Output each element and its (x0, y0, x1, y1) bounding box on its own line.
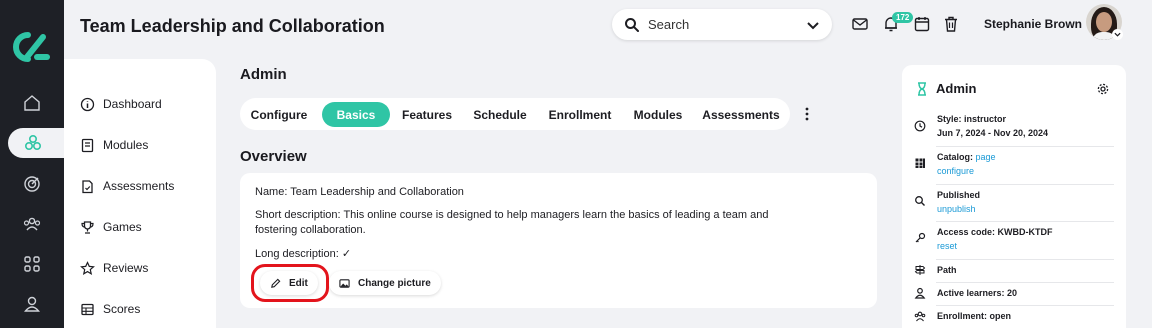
rail-users-icon[interactable] (20, 212, 44, 236)
rail-profile-icon[interactable] (20, 292, 44, 316)
table-icon (81, 303, 94, 315)
admin-panel-title: Admin (936, 81, 977, 96)
published-label: Published (937, 190, 981, 200)
sidebar-item-label: Assessments (103, 179, 175, 193)
course-name: Name: Team Leadership and Collaboration (255, 186, 464, 198)
sidebar-item-dashboard[interactable]: Dashboard (80, 93, 162, 115)
left-rail (0, 0, 68, 328)
notification-badge: 172 (892, 12, 914, 23)
clock-icon (914, 120, 926, 132)
style-row: Style: instructor Jun 7, 2024 - Nov 20, … (914, 112, 1116, 142)
active-learners-row: Active learners: 20 (914, 286, 1116, 301)
sidebar-item-label: Scores (103, 302, 141, 316)
change-picture-label: Change picture (358, 277, 431, 289)
short-description-line-2: fostering collaboration. (255, 224, 366, 236)
enrollment-row: Enrollment: open (914, 309, 1116, 324)
reset-link[interactable]: reset (937, 239, 1116, 253)
trash-icon[interactable] (942, 15, 960, 33)
sidebar-item-label: Modules (103, 138, 149, 152)
tab-configure[interactable]: Configure (242, 102, 316, 127)
sidebar-item-scores[interactable]: Scores (80, 298, 140, 320)
rail-courses-icon[interactable] (8, 128, 68, 158)
sidebar-item-label: Dashboard (103, 97, 162, 111)
star-icon (80, 260, 95, 275)
clipboard-icon (82, 179, 93, 193)
catalog-configure-link[interactable]: configure (937, 164, 1116, 178)
enrollment-label: Enrollment: open (937, 311, 1011, 321)
access-code-label: Access code: KWBD-KTDF (937, 227, 1053, 237)
more-options-icon[interactable] (800, 106, 814, 122)
catalog-row: Catalog: page configure (914, 150, 1116, 180)
overview-card: Name: Team Leadership and Collaboration … (240, 173, 877, 308)
catalog-label: Catalog: (937, 152, 973, 162)
info-icon (80, 97, 95, 111)
tab-basics[interactable]: Basics (322, 102, 390, 127)
user-name[interactable]: Stephanie Brown (984, 17, 1082, 31)
style-label: Style: instructor (937, 114, 1007, 124)
published-row: Published unpublish (914, 188, 1116, 218)
avatar-chevron-down-icon[interactable] (1112, 29, 1123, 40)
tab-assessments[interactable]: Assessments (698, 102, 784, 127)
search-icon (625, 17, 639, 32)
rail-target-icon[interactable] (20, 172, 44, 196)
book-icon (81, 138, 94, 152)
path-label: Path (937, 265, 957, 275)
signpost-icon (914, 265, 926, 275)
gear-icon[interactable] (1097, 83, 1109, 95)
user-icon (914, 287, 926, 299)
search-bar[interactable]: Search (612, 9, 832, 40)
hourglass-icon (918, 82, 926, 96)
image-icon (339, 278, 350, 288)
course-sidebar: Dashboard Modules Assessments Games Revi… (64, 59, 216, 328)
path-row: Path (914, 263, 1116, 278)
overview-heading: Overview (240, 148, 307, 165)
short-description-line-1: Short description: This online course is… (255, 209, 769, 221)
sidebar-item-label: Reviews (103, 261, 149, 275)
active-learners-label: Active learners: 20 (937, 288, 1018, 298)
calendar-icon[interactable] (913, 15, 931, 33)
page-title: Team Leadership and Collaboration (80, 16, 385, 36)
search-icon (915, 196, 925, 206)
grid-icon (915, 158, 925, 168)
tab-modules[interactable]: Modules (626, 102, 690, 127)
sidebar-item-label: Games (103, 220, 142, 234)
admin-details-panel: Admin Style: instructor Jun 7, 2024 - No… (902, 65, 1126, 328)
sidebar-item-reviews[interactable]: Reviews (80, 257, 148, 279)
catalog-page-link[interactable]: page (976, 152, 996, 162)
unpublish-link[interactable]: unpublish (937, 202, 1116, 216)
sidebar-item-assessments[interactable]: Assessments (80, 175, 174, 197)
long-description: Long description: ✓ (255, 248, 352, 260)
sidebar-item-modules[interactable]: Modules (80, 134, 148, 156)
tab-bar: Configure Basics Features Schedule Enrol… (240, 98, 790, 130)
admin-heading: Admin (240, 66, 287, 83)
tab-features[interactable]: Features (395, 102, 459, 127)
tab-enrollment[interactable]: Enrollment (542, 102, 618, 127)
tab-schedule[interactable]: Schedule (467, 102, 533, 127)
users-icon (914, 311, 926, 322)
date-range: Jun 7, 2024 - Nov 20, 2024 (937, 128, 1049, 138)
sidebar-item-games[interactable]: Games (80, 216, 142, 238)
trophy-icon (81, 220, 94, 234)
edit-highlight-annotation (251, 264, 329, 302)
chevron-down-icon[interactable] (806, 18, 820, 32)
rail-home-icon[interactable] (20, 91, 44, 115)
key-icon (915, 232, 926, 243)
change-picture-button[interactable]: Change picture (329, 271, 441, 295)
search-input[interactable]: Search (648, 17, 806, 32)
mail-icon[interactable] (851, 15, 869, 33)
rail-grid-icon[interactable] (20, 252, 44, 276)
app-logo[interactable] (13, 32, 51, 62)
access-code-row: Access code: KWBD-KTDF reset (914, 225, 1116, 255)
